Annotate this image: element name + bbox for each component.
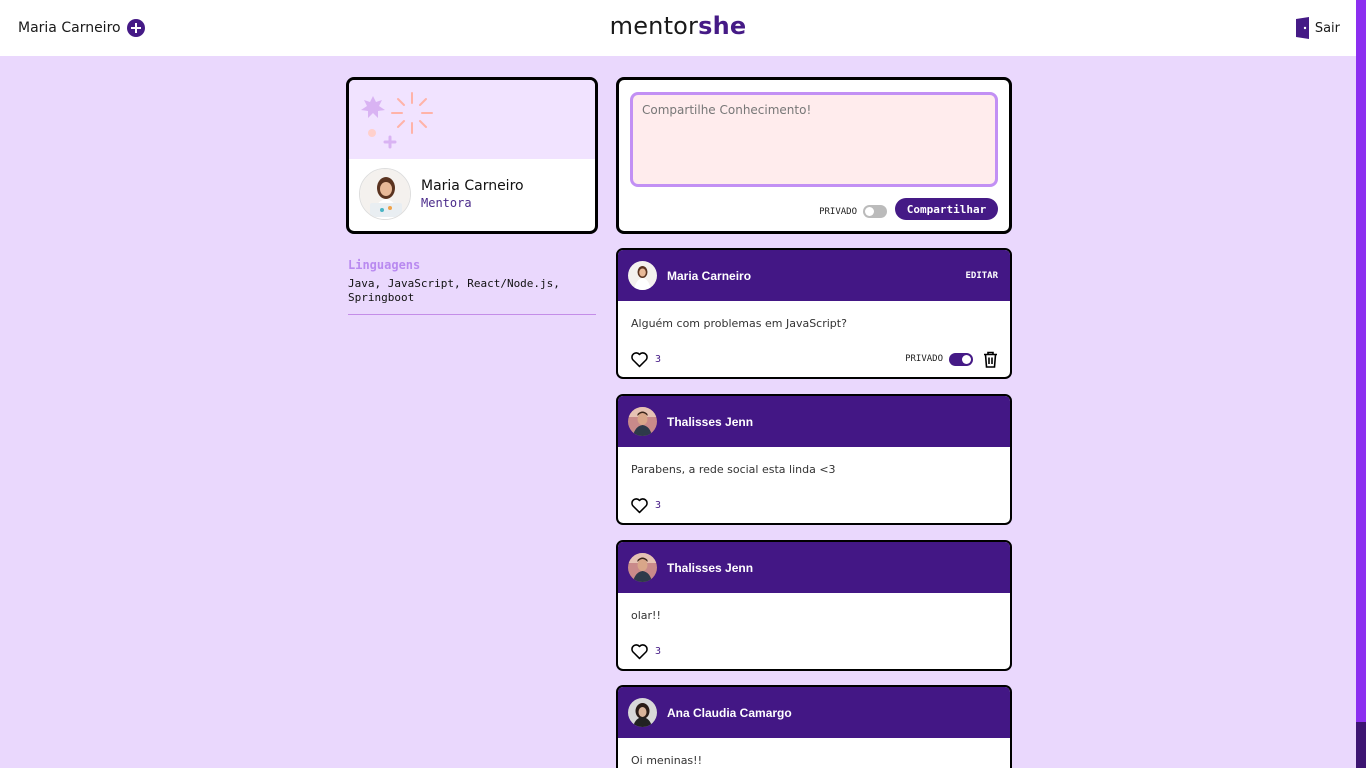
plus-icon[interactable] <box>126 19 145 37</box>
post-private-label: PRIVADO <box>905 354 943 364</box>
post-header: Maria Carneiro EDITAR <box>618 250 1010 301</box>
post-author[interactable]: Thalisses Jenn <box>667 415 998 429</box>
profile-role: Mentora <box>421 196 472 210</box>
post-text: Oi meninas!! <box>631 754 702 767</box>
share-button[interactable]: Compartilhar <box>895 198 998 220</box>
post-card: Ana Claudia Camargo Oi meninas!! <box>616 685 1012 768</box>
door-icon <box>1295 17 1309 39</box>
post-text: olar!! <box>631 609 661 622</box>
post-card: Maria Carneiro EDITAR Alguém com problem… <box>616 248 1012 379</box>
like-count: 3 <box>655 353 662 365</box>
private-toggle[interactable] <box>863 205 887 218</box>
decorative-sparkles-icon <box>361 92 433 149</box>
profile-avatar[interactable] <box>359 168 411 220</box>
heart-icon[interactable] <box>630 497 649 514</box>
post-private-toggle[interactable] <box>949 352 973 366</box>
profile-banner <box>349 80 595 159</box>
author-avatar[interactable] <box>628 553 657 582</box>
post-card: Thalisses Jenn Parabens, a rede social e… <box>616 394 1012 525</box>
brand-logo[interactable]: mentorshe <box>610 12 747 40</box>
post-footer: 3 <box>618 493 1010 517</box>
heart-icon[interactable] <box>630 351 649 368</box>
post-card: Thalisses Jenn olar!! 3 <box>616 540 1012 671</box>
user-menu[interactable]: Maria Carneiro <box>18 19 145 37</box>
author-avatar[interactable] <box>628 261 657 290</box>
private-label: PRIVADO <box>819 206 857 217</box>
languages-title: Linguagens <box>348 258 421 272</box>
compose-textarea[interactable]: Compartilhe Conhecimento! <box>630 92 998 187</box>
edit-button[interactable]: EDITAR <box>965 271 998 281</box>
post-footer: 3 <box>618 639 1010 663</box>
author-avatar[interactable] <box>628 698 657 727</box>
post-text: Alguém com problemas em JavaScript? <box>631 317 847 330</box>
trash-icon[interactable] <box>983 351 998 368</box>
post-author[interactable]: Thalisses Jenn <box>667 561 998 575</box>
scrollbar-thumb[interactable] <box>1356 722 1366 768</box>
compose-card: Compartilhe Conhecimento! PRIVADO Compar… <box>616 77 1012 234</box>
languages-section: Linguagens Java, JavaScript, React/Node.… <box>348 258 596 315</box>
brand-part-2: she <box>698 12 747 40</box>
compose-private-row: PRIVADO <box>819 205 887 218</box>
profile-body: Maria Carneiro Mentora <box>349 159 595 229</box>
author-avatar[interactable] <box>628 407 657 436</box>
user-name[interactable]: Maria Carneiro <box>18 20 121 36</box>
post-footer: 3 PRIVADO <box>618 347 1010 371</box>
languages-list: Java, JavaScript, React/Node.js, Springb… <box>348 277 560 304</box>
profile-name: Maria Carneiro <box>421 178 524 194</box>
logout-button[interactable]: Sair <box>1295 17 1340 39</box>
scrollbar-track[interactable] <box>1356 0 1366 768</box>
profile-card: Maria Carneiro Mentora <box>346 77 598 234</box>
heart-icon[interactable] <box>630 643 649 660</box>
post-text: Parabens, a rede social esta linda <3 <box>631 463 836 476</box>
post-author[interactable]: Ana Claudia Camargo <box>667 706 998 720</box>
logout-label: Sair <box>1314 20 1340 36</box>
top-navbar: Maria Carneiro mentorshe Sair <box>0 0 1356 56</box>
like-count: 3 <box>655 499 662 511</box>
post-header: Ana Claudia Camargo <box>618 687 1010 738</box>
post-header: Thalisses Jenn <box>618 396 1010 447</box>
post-author[interactable]: Maria Carneiro <box>667 269 955 283</box>
post-header: Thalisses Jenn <box>618 542 1010 593</box>
brand-part-1: mentor <box>609 12 699 40</box>
like-count: 3 <box>655 645 662 657</box>
